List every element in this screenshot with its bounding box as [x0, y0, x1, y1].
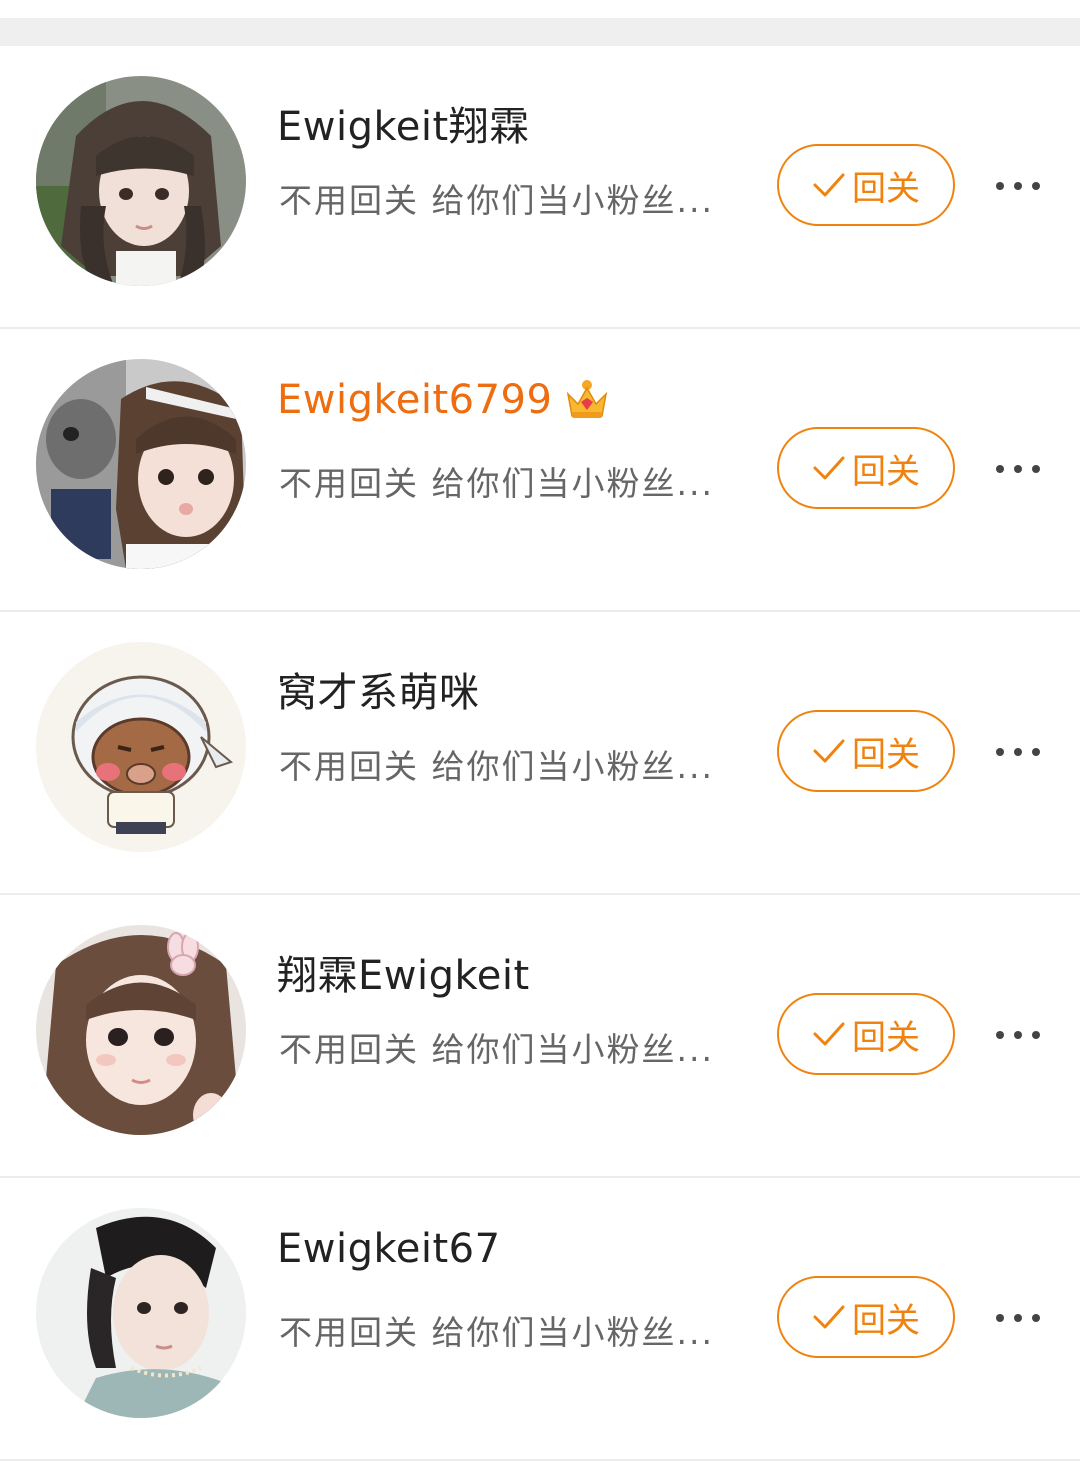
- user-name-text: Ewigkeit翔霖: [277, 104, 530, 150]
- user-bio: 不用回关 给你们当小粉丝...: [279, 1030, 714, 1069]
- user-name[interactable]: Ewigkeit翔霖: [277, 94, 530, 152]
- follow-back-label: 回关: [852, 1300, 920, 1341]
- user-name[interactable]: 窝才系萌咪: [277, 660, 480, 718]
- list-item[interactable]: Ewigkeit67 不用回关 给你们当小粉丝... 回关: [0, 1178, 1080, 1461]
- user-bio: 不用回关 给你们当小粉丝...: [279, 464, 714, 503]
- follow-back-button[interactable]: 回关: [777, 1276, 955, 1358]
- follow-back-button[interactable]: 回关: [777, 710, 955, 792]
- more-icon[interactable]: [996, 742, 1040, 762]
- user-name-text: 窝才系萌咪: [277, 670, 480, 716]
- avatar[interactable]: [36, 359, 246, 569]
- avatar[interactable]: [36, 1208, 246, 1418]
- check-icon: [813, 1022, 845, 1046]
- list-item[interactable]: 窝才系萌咪 不用回关 给你们当小粉丝... 回关: [0, 612, 1080, 895]
- follow-back-button[interactable]: 回关: [777, 427, 955, 509]
- follow-back-label: 回关: [852, 1017, 920, 1058]
- user-name-text: Ewigkeit6799: [277, 377, 553, 423]
- follow-back-label: 回关: [852, 168, 920, 209]
- user-name[interactable]: Ewigkeit67: [277, 1226, 501, 1272]
- avatar[interactable]: [36, 925, 246, 1135]
- user-bio: 不用回关 给你们当小粉丝...: [279, 181, 714, 220]
- follow-back-label: 回关: [852, 451, 920, 492]
- check-icon: [813, 456, 845, 480]
- user-name[interactable]: Ewigkeit6799: [277, 377, 610, 423]
- check-icon: [813, 739, 845, 763]
- list-item[interactable]: Ewigkeit翔霖 不用回关 给你们当小粉丝... 回关: [0, 46, 1080, 329]
- user-bio: 不用回关 给你们当小粉丝...: [279, 747, 714, 786]
- user-bio: 不用回关 给你们当小粉丝...: [279, 1313, 714, 1352]
- follow-back-button[interactable]: 回关: [777, 993, 955, 1075]
- more-icon[interactable]: [996, 1308, 1040, 1328]
- user-name-text: Ewigkeit67: [277, 1226, 501, 1272]
- check-icon: [813, 1305, 845, 1329]
- follow-back-label: 回关: [852, 734, 920, 775]
- crown-icon: [567, 380, 608, 418]
- fan-list: Ewigkeit翔霖 不用回关 给你们当小粉丝... 回关 Ewigkeit67…: [0, 46, 1080, 1461]
- avatar[interactable]: [36, 642, 246, 852]
- list-item[interactable]: 翔霖Ewigkeit 不用回关 给你们当小粉丝... 回关: [0, 895, 1080, 1178]
- user-name[interactable]: 翔霖Ewigkeit: [277, 943, 530, 1001]
- top-spacer: [0, 0, 1080, 18]
- more-icon[interactable]: [996, 459, 1040, 479]
- top-divider-band: [0, 18, 1080, 46]
- follow-back-button[interactable]: 回关: [777, 144, 955, 226]
- more-icon[interactable]: [996, 1025, 1040, 1045]
- check-icon: [813, 173, 845, 197]
- more-icon[interactable]: [996, 176, 1040, 196]
- avatar[interactable]: [36, 76, 246, 286]
- list-item[interactable]: Ewigkeit6799 不用回关 给你们当小粉丝... 回关: [0, 329, 1080, 612]
- user-name-text: 翔霖Ewigkeit: [277, 953, 530, 999]
